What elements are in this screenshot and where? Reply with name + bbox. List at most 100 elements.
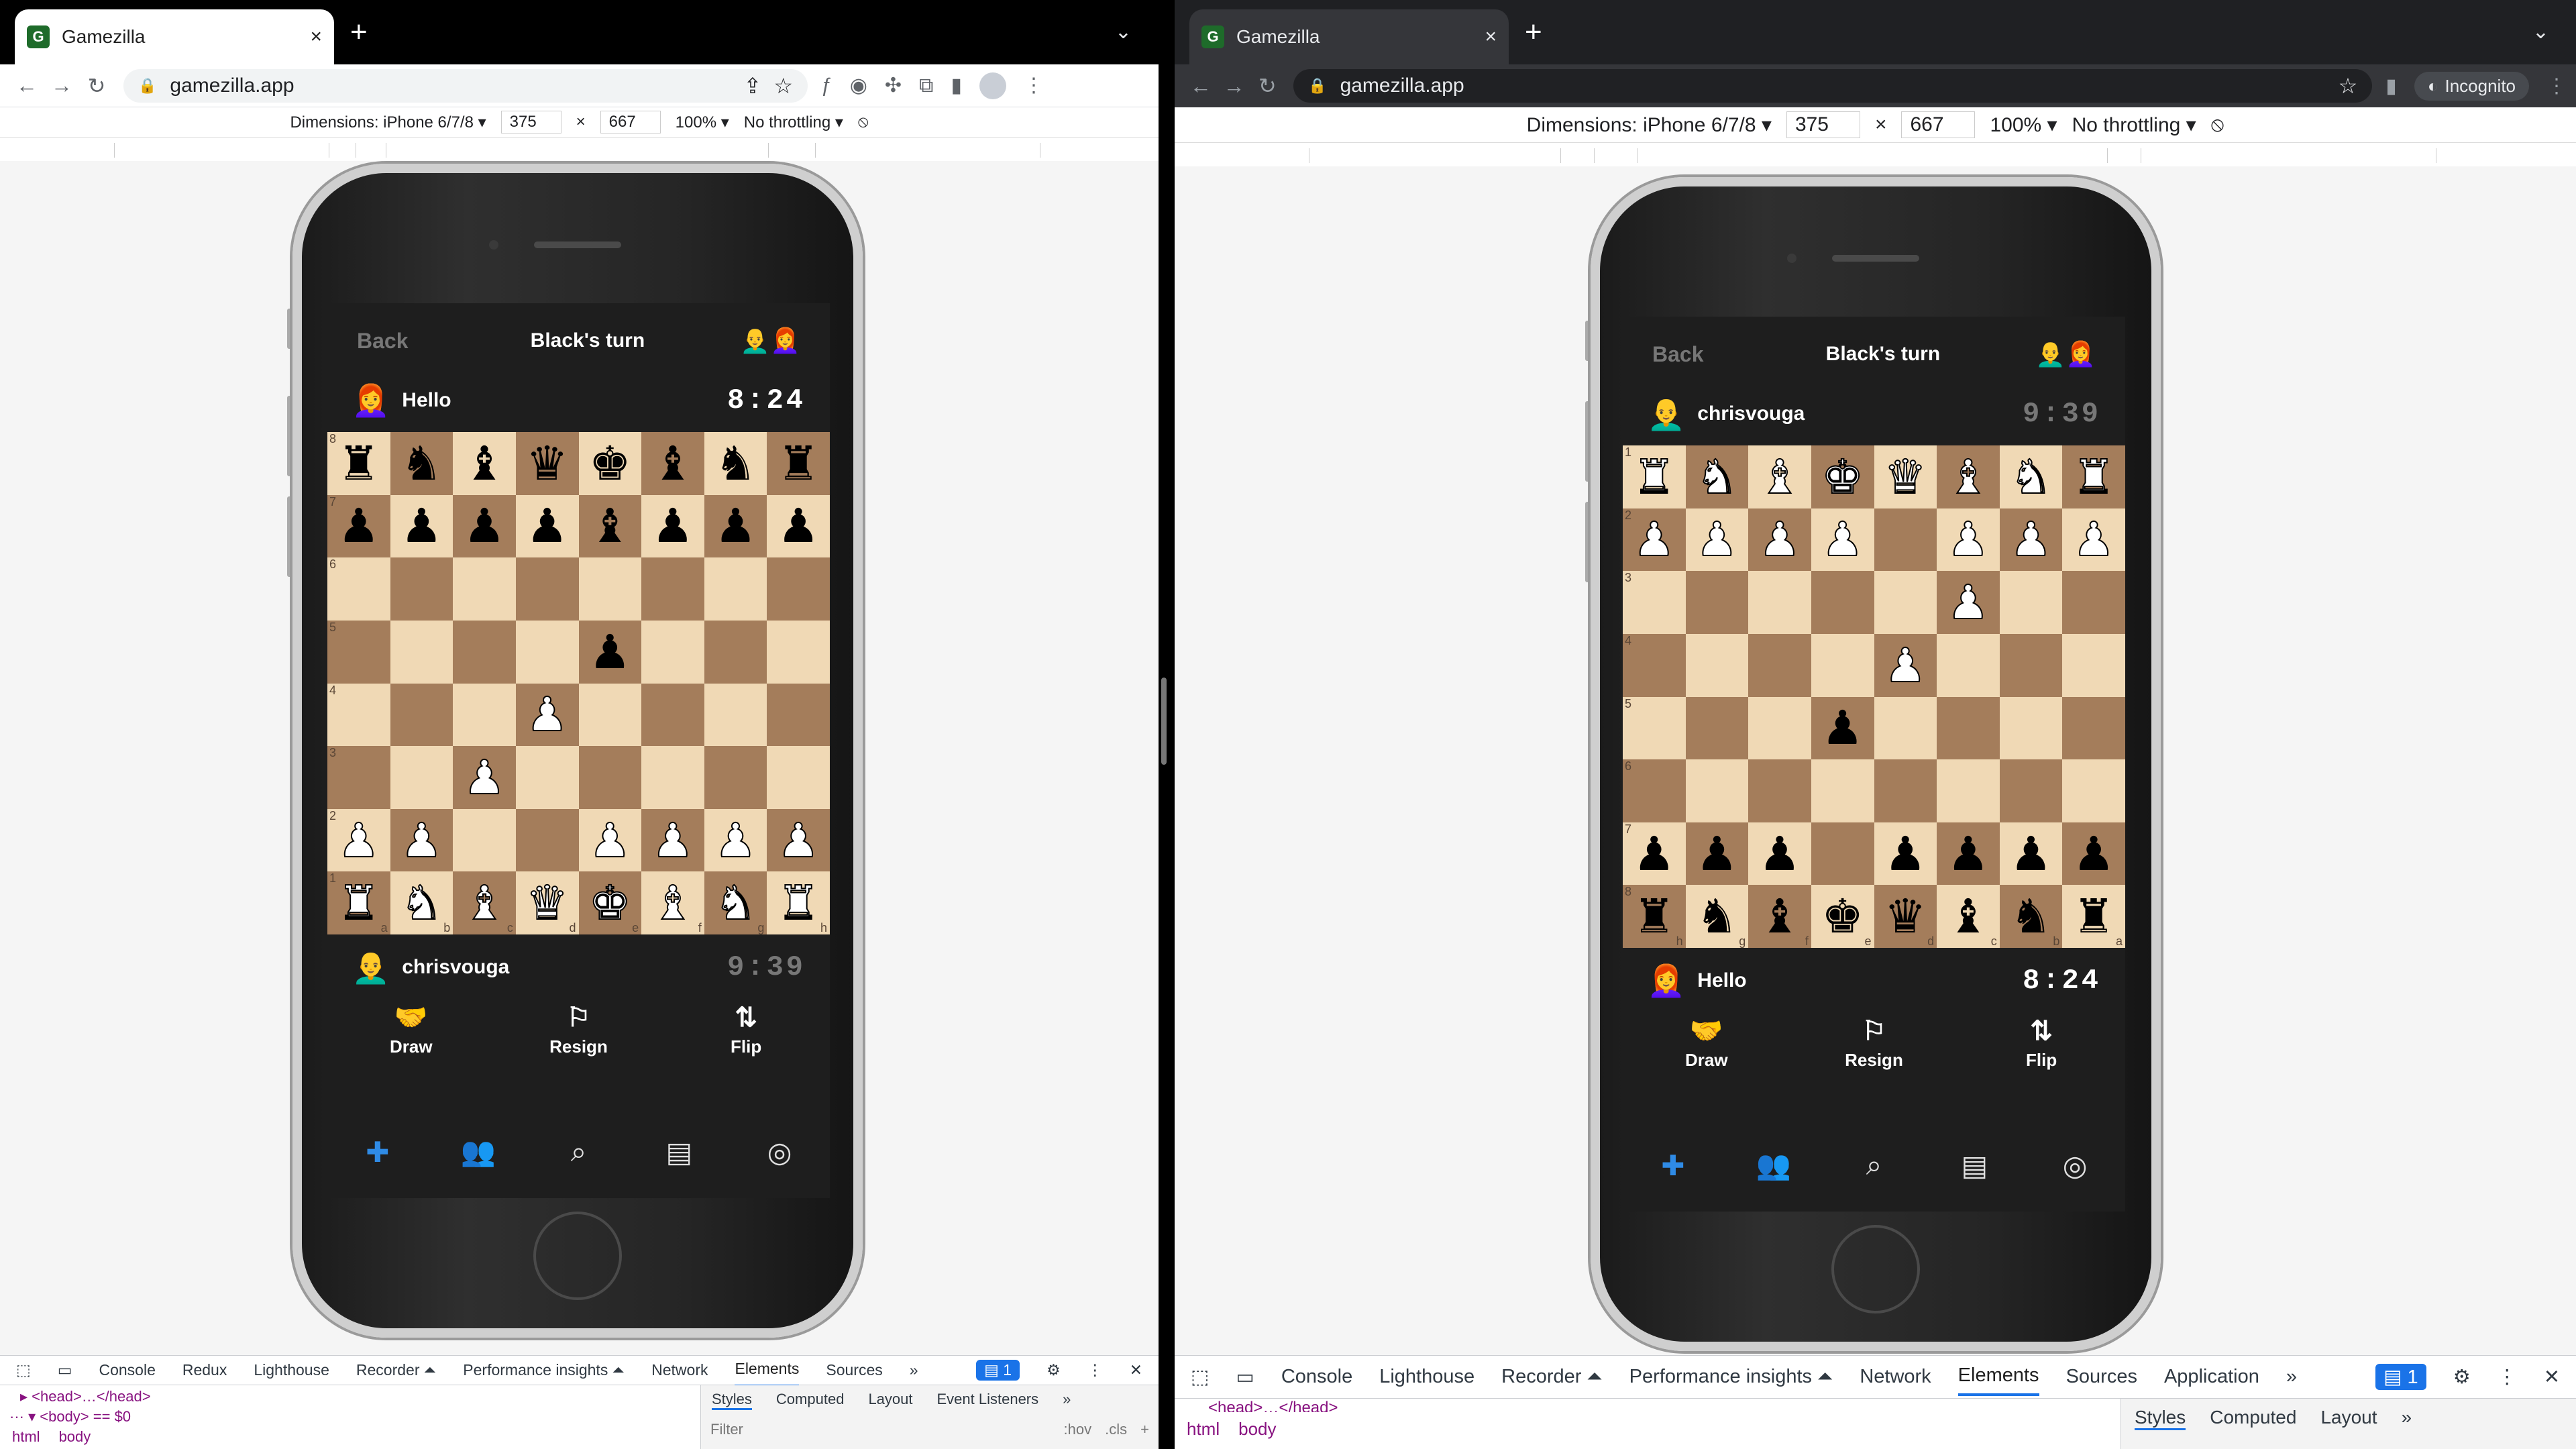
board-square[interactable]: ♝ (1748, 445, 1811, 508)
white-rook-piece[interactable]: ♜ (337, 879, 380, 927)
devtools-tab[interactable]: » (910, 1354, 918, 1386)
gamepad-icon[interactable]: ✚ (1646, 1149, 1700, 1182)
styles-pane-tab[interactable]: Layout (2320, 1407, 2377, 1430)
board-square[interactable]: 5 (1623, 696, 1686, 760)
board-square[interactable]: ♟ (390, 808, 453, 872)
search-icon[interactable]: ⌕ (1847, 1149, 1900, 1182)
board-square[interactable] (1811, 633, 1874, 697)
board-square[interactable]: ♝ (578, 494, 642, 558)
styles-pane-tab[interactable]: » (2402, 1407, 2412, 1430)
devtools-tab[interactable]: Performance insights ⏶ (463, 1354, 625, 1386)
board-square[interactable]: e ♚ (578, 871, 642, 934)
board-square[interactable] (1937, 633, 2000, 697)
board-square[interactable]: ♜ (767, 432, 830, 495)
board-square[interactable]: 8 ♜ (327, 432, 390, 495)
chess-board[interactable]: 1 ♜ ♞ ♝ ♚ ♛ ♝ ♞ ♜ 2 ♟ ♟ ♟ ♟ ♟ ♟ ♟ 3 ♟ 4 ♟ 5 ♟ 6 7 ♟ ♟ ♟ ♟ ♟ ♟ ♟ 8 h ♜ g ♞ f ♝ e… (1623, 445, 2125, 948)
address-bar[interactable]: 🔒 gamezilla.app ⇪ ☆ (123, 68, 808, 103)
devtools-tab[interactable]: Recorder ⏶ (1501, 1359, 1603, 1395)
board-square[interactable] (453, 808, 516, 872)
profile-icon[interactable]: ◎ (753, 1136, 806, 1169)
gamepad-icon[interactable]: ✚ (351, 1136, 405, 1169)
board-square[interactable]: ♟ (1937, 571, 2000, 634)
white-bishop-piece[interactable]: ♝ (651, 879, 695, 927)
board-square[interactable] (1874, 696, 1937, 760)
rotate-icon[interactable]: ⦸ (2211, 113, 2224, 136)
draw-button[interactable]: 🤝 Draw (344, 1004, 478, 1057)
back-arrow-icon[interactable]: ← (9, 73, 44, 98)
styles-pane-tab[interactable]: » (1063, 1391, 1071, 1410)
white-king-piece[interactable]: ♚ (1821, 453, 1864, 501)
white-pawn-piece[interactable]: ♟ (1821, 515, 1864, 564)
board-square[interactable] (1748, 696, 1811, 760)
white-knight-piece[interactable]: ♞ (400, 879, 443, 927)
back-button[interactable]: Back (357, 329, 409, 354)
zoom-select[interactable]: 100% ▾ (676, 113, 729, 132)
friends-icon[interactable]: 👥 (1747, 1149, 1801, 1182)
devtools-tab[interactable]: Sources (2066, 1359, 2137, 1395)
devtools-tab[interactable]: Application (2164, 1359, 2259, 1395)
chat-icon[interactable]: ▤ (1947, 1149, 2001, 1182)
styles-pane-tab[interactable]: Styles (2135, 1407, 2186, 1430)
black-knight-piece[interactable]: ♞ (2010, 893, 2052, 940)
board-square[interactable] (578, 683, 642, 747)
white-bishop-piece[interactable]: ♝ (1947, 453, 1990, 501)
device-dimensions-select[interactable]: Dimensions: iPhone 6/7/8 ▾ (1527, 113, 1772, 137)
bookmark-star-icon[interactable]: ☆ (773, 73, 793, 99)
board-square[interactable]: 1 a ♜ (327, 871, 390, 934)
throttling-select[interactable]: No throttling ▾ (2072, 113, 2196, 137)
board-square[interactable]: ♝ (1937, 445, 2000, 508)
board-square[interactable]: ♞ (1999, 445, 2063, 508)
menu-kebab-icon[interactable]: ⋮ (1024, 74, 1044, 97)
side-panel-icon[interactable]: ▮ (2385, 74, 2397, 98)
white-knight-piece[interactable]: ♞ (1695, 453, 1739, 501)
board-square[interactable]: ♟ (704, 808, 767, 872)
chess-board[interactable]: 8 ♜ ♞ ♝ ♛ ♚ ♝ ♞ ♜ 7 ♟ ♟ ♟ ♟ ♝ ♟ ♟ ♟ 6 5 ♟ 4 ♟ 3 ♟ 2 ♟ ♟ ♟ ♟ ♟ ♟ 1 a ♜ b ♞ c ♝ d… (327, 432, 830, 934)
black-pawn-piece[interactable]: ♟ (2073, 830, 2115, 877)
white-knight-piece[interactable]: ♞ (714, 879, 757, 927)
draw-button[interactable]: 🤝 Draw (1640, 1018, 1774, 1071)
board-square[interactable]: d ♛ (1874, 885, 1937, 948)
white-pawn-piece[interactable]: ♟ (463, 753, 506, 802)
tab-search-chevron-icon[interactable]: ⌄ (1115, 20, 1132, 44)
board-square[interactable] (1748, 571, 1811, 634)
board-square[interactable] (767, 683, 830, 747)
board-square[interactable]: ♚ (1811, 445, 1874, 508)
board-square[interactable]: f ♝ (1748, 885, 1811, 948)
forward-arrow-icon[interactable]: → (44, 73, 79, 98)
white-queen-piece[interactable]: ♛ (525, 879, 569, 927)
devtools-tab[interactable]: Network (651, 1354, 708, 1386)
white-rook-piece[interactable]: ♜ (777, 879, 820, 927)
board-square[interactable]: 1 ♜ (1623, 445, 1686, 508)
board-square[interactable] (1685, 633, 1749, 697)
board-square[interactable] (1811, 759, 1874, 822)
rotate-icon[interactable]: ⦸ (858, 113, 869, 131)
black-knight-piece[interactable]: ♞ (714, 440, 757, 487)
white-rook-piece[interactable]: ♜ (2072, 453, 2116, 501)
devtools-tab[interactable]: Elements (1957, 1358, 2039, 1396)
board-square[interactable] (1685, 571, 1749, 634)
devtools-tab[interactable]: Network (1860, 1359, 1931, 1395)
board-square[interactable]: ♟ (1811, 696, 1874, 760)
hov-toggle[interactable]: :hov (1064, 1421, 1092, 1438)
device-toggle-icon[interactable]: ▭ (58, 1361, 72, 1379)
more-options-icon[interactable]: ⋮ (2498, 1365, 2517, 1389)
board-square[interactable]: ♚ (578, 432, 642, 495)
search-icon[interactable]: ⌕ (551, 1136, 605, 1169)
board-square[interactable]: ♟ (767, 494, 830, 558)
board-square[interactable]: ♞ (704, 432, 767, 495)
black-bishop-piece[interactable]: ♝ (1947, 893, 1990, 940)
black-king-piece[interactable]: ♚ (1821, 893, 1864, 940)
black-pawn-piece[interactable]: ♟ (464, 502, 506, 549)
black-pawn-piece[interactable]: ♟ (526, 502, 568, 549)
board-square[interactable]: ♟ (578, 620, 642, 684)
white-pawn-piece[interactable]: ♟ (1947, 515, 1990, 564)
black-pawn-piece[interactable]: ♟ (1633, 830, 1675, 877)
black-pawn-piece[interactable]: ♟ (652, 502, 694, 549)
board-square[interactable] (515, 620, 579, 684)
black-king-piece[interactable]: ♚ (589, 440, 631, 487)
devtools-tab[interactable]: Lighthouse (1379, 1359, 1474, 1395)
devtools-tab[interactable]: Lighthouse (254, 1354, 329, 1386)
board-square[interactable]: 5 (327, 620, 390, 684)
profile-avatar-icon[interactable] (979, 72, 1006, 99)
height-input[interactable]: 667 (600, 111, 661, 133)
